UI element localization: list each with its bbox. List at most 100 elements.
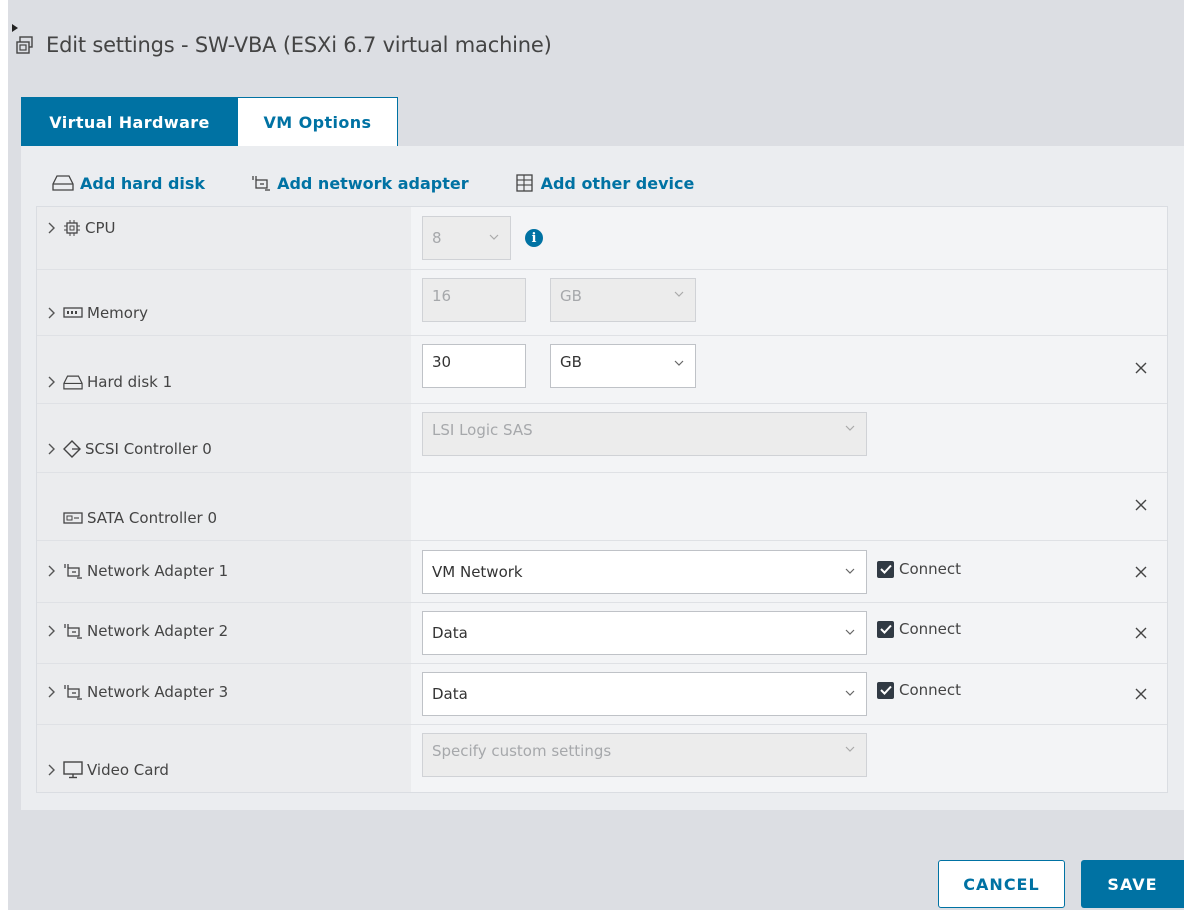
remove-network-adapter-1-close-icon[interactable]: [1133, 564, 1149, 580]
row-scsi-controller-0: SCSI Controller 0 LSI Logic SAS: [37, 404, 1167, 473]
network-adapter-2-network-select[interactable]: Data: [422, 611, 867, 655]
cpu-count-select[interactable]: 8: [422, 216, 511, 260]
play-icon: [12, 24, 18, 32]
network-adapter-1-label: Network Adapter 1: [87, 562, 229, 580]
chevron-right-icon[interactable]: [45, 222, 57, 234]
chevron-down-icon: [845, 425, 855, 431]
network-adapter-3-network-value: Data: [432, 685, 468, 703]
add-other-device-label: Add other device: [540, 173, 695, 193]
dialog-header: Edit settings - SW-VBA (ESXi 6.7 virtual…: [12, 24, 552, 64]
network-adapter-2-network-value: Data: [432, 624, 468, 642]
memory-icon: [63, 306, 83, 320]
cpu-row-header[interactable]: CPU: [45, 219, 116, 237]
tab-vm-options[interactable]: VM Options: [238, 97, 398, 147]
checkbox-checked-icon[interactable]: [877, 620, 894, 638]
chevron-down-icon: [845, 746, 855, 752]
tab-bar: Virtual Hardware VM Options: [21, 97, 398, 147]
memory-row-header[interactable]: Memory: [45, 304, 148, 322]
row-network-adapter-3: Network Adapter 3 Data Connect: [37, 664, 1167, 725]
memory-unit-select[interactable]: GB: [550, 278, 696, 322]
hard-disk-1-row-header[interactable]: Hard disk 1: [45, 373, 172, 391]
video-card-settings-select[interactable]: Specify custom settings: [422, 733, 867, 777]
scsi-controller-row-header[interactable]: SCSI Controller 0: [45, 440, 212, 458]
sata-controller-icon: [63, 511, 83, 525]
scsi-controller-type-value: LSI Logic SAS: [432, 421, 533, 439]
hard-disk-size-input[interactable]: 30: [422, 344, 526, 388]
remove-network-adapter-2-close-icon[interactable]: [1133, 625, 1149, 641]
row-cpu: CPU 8 i: [37, 207, 1167, 270]
video-card-label: Video Card: [87, 761, 169, 779]
connect-label: Connect: [899, 560, 962, 578]
network-adapter-icon: [63, 683, 83, 701]
vm-icon: [14, 34, 36, 56]
checkbox-checked-icon[interactable]: [877, 681, 894, 699]
hard-disk-1-label: Hard disk 1: [87, 373, 173, 391]
hard-disk-unit-select[interactable]: GB: [550, 344, 696, 388]
video-card-row-header[interactable]: Video Card: [45, 761, 169, 779]
other-device-icon: [515, 174, 533, 192]
row-hard-disk-1-label-cell: [37, 336, 411, 403]
network-adapter-1-row-header[interactable]: Network Adapter 1: [45, 562, 228, 580]
chevron-right-icon[interactable]: [45, 625, 57, 637]
add-other-device-button[interactable]: Add other device: [515, 173, 695, 193]
add-network-adapter-button[interactable]: Add network adapter: [251, 174, 469, 193]
tab-virtual-hardware[interactable]: Virtual Hardware: [21, 97, 238, 147]
checkbox-checked-icon[interactable]: [877, 560, 894, 578]
network-adapter-1-network-select[interactable]: VM Network: [422, 550, 867, 594]
row-cpu-label-cell: [37, 207, 411, 269]
row-sata-label-cell: [37, 473, 411, 540]
memory-size-value: 16: [432, 287, 452, 305]
network-adapter-2-connect-checkbox[interactable]: Connect: [877, 620, 961, 638]
row-sata-value-cell: [411, 473, 1167, 540]
row-video-card: Video Card Specify custom settings: [37, 725, 1167, 792]
row-scsi-label-cell: [37, 404, 411, 472]
row-network-adapter-1: Network Adapter 1 VM Network Connect: [37, 541, 1167, 603]
device-actions: Add hard disk Add network adapter Add ot…: [52, 168, 740, 198]
network-adapter-icon: [63, 622, 83, 640]
connect-label: Connect: [899, 620, 962, 638]
save-button[interactable]: SAVE: [1081, 860, 1184, 908]
sata-controller-row-header: SATA Controller 0: [63, 509, 217, 527]
chevron-down-icon: [845, 690, 855, 696]
scsi-controller-icon: [63, 440, 81, 458]
video-card-settings-value: Specify custom settings: [432, 742, 612, 760]
hard-disk-size-value: 30: [432, 353, 452, 371]
add-hard-disk-label: Add hard disk: [80, 173, 206, 193]
cpu-count-value: 8: [432, 229, 442, 247]
chevron-down-icon: [674, 360, 684, 366]
hard-disk-unit-value: GB: [560, 353, 582, 371]
hard-disk-icon: [63, 375, 83, 390]
chevron-right-icon[interactable]: [45, 307, 57, 319]
sata-controller-label: SATA Controller 0: [87, 509, 218, 527]
network-adapter-1-connect-checkbox[interactable]: Connect: [877, 560, 961, 578]
chevron-down-icon: [674, 291, 684, 297]
network-adapter-3-network-select[interactable]: Data: [422, 672, 867, 716]
chevron-right-icon[interactable]: [45, 764, 57, 776]
scsi-controller-label: SCSI Controller 0: [85, 440, 212, 458]
edit-settings-dialog: Edit settings - SW-VBA (ESXi 6.7 virtual…: [0, 0, 1184, 910]
monitor-icon: [63, 761, 83, 779]
info-icon[interactable]: i: [525, 229, 543, 247]
network-adapter-icon: [252, 176, 271, 191]
chevron-down-icon: [489, 234, 499, 240]
network-adapter-3-connect-checkbox[interactable]: Connect: [877, 681, 961, 699]
remove-hard-disk-1-close-icon[interactable]: [1133, 360, 1149, 376]
memory-size-input[interactable]: 16: [422, 278, 526, 322]
network-adapter-3-row-header[interactable]: Network Adapter 3: [45, 683, 228, 701]
hard-disk-icon: [52, 175, 74, 191]
add-hard-disk-button[interactable]: Add hard disk: [52, 174, 205, 193]
chevron-right-icon[interactable]: [45, 443, 57, 455]
scsi-controller-type-select[interactable]: LSI Logic SAS: [422, 412, 867, 456]
cancel-button[interactable]: CANCEL: [938, 860, 1065, 908]
chevron-right-icon[interactable]: [45, 376, 57, 388]
left-edge: [0, 0, 8, 910]
chevron-right-icon[interactable]: [45, 686, 57, 698]
chevron-right-icon[interactable]: [45, 565, 57, 577]
remove-sata-controller-close-icon[interactable]: [1133, 497, 1149, 513]
memory-label: Memory: [87, 304, 149, 322]
network-adapter-2-row-header[interactable]: Network Adapter 2: [45, 622, 228, 640]
connect-label: Connect: [899, 681, 962, 699]
row-sata-controller-0: SATA Controller 0: [37, 473, 1167, 541]
cpu-label: CPU: [85, 219, 116, 237]
remove-network-adapter-3-close-icon[interactable]: [1133, 686, 1149, 702]
